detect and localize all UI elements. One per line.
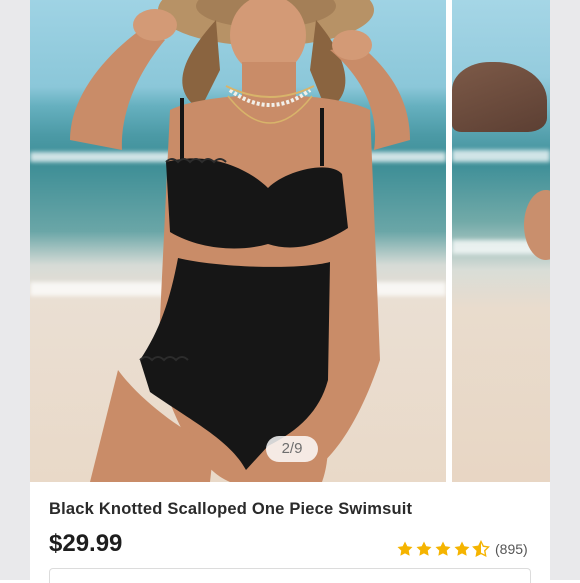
listing-title: Black Knotted Scalloped One Piece Swimsu… [49, 500, 413, 518]
rating[interactable]: (895) [396, 540, 528, 558]
model-illustration [70, 0, 410, 482]
listing-info: Black Knotted Scalloped One Piece Swimsu… [30, 482, 550, 583]
product-photo-main[interactable]: 2/9 [30, 0, 446, 482]
rating-count[interactable]: (895) [495, 541, 528, 557]
star-icon [416, 541, 432, 556]
product-image-carousel[interactable]: 2/9 [30, 0, 550, 482]
listing-price: $29.99 [49, 530, 123, 557]
wave-foam [452, 150, 550, 162]
star-icon [397, 541, 413, 556]
star-icon [454, 541, 470, 556]
next-section-card [49, 568, 531, 583]
frame-right [550, 0, 580, 580]
image-page-indicator: 2/9 [266, 436, 318, 462]
star-half-icon [472, 540, 490, 557]
star-icon [435, 541, 451, 556]
rock-scenery [452, 62, 547, 132]
product-photo-next-peek[interactable] [452, 0, 550, 482]
rating-stars [396, 540, 490, 558]
frame-left [0, 0, 30, 580]
